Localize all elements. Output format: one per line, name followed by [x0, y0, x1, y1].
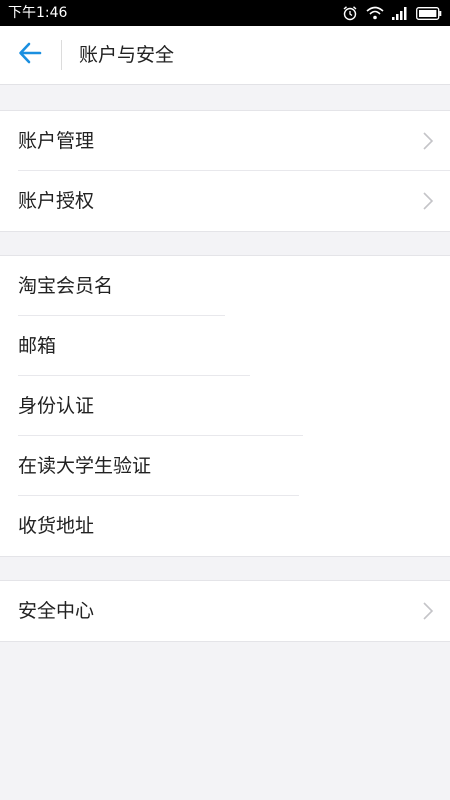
- page-title: 账户与安全: [79, 44, 175, 66]
- wifi-icon: [366, 6, 384, 20]
- account-management-row[interactable]: 账户管理: [0, 111, 450, 171]
- identity-verification-row[interactable]: 身份认证: [0, 376, 450, 436]
- nav-divider: [61, 40, 62, 70]
- signal-icon: [392, 6, 408, 20]
- status-bar: 下午1:46: [0, 0, 450, 26]
- row-label: 安全中心: [18, 600, 95, 622]
- nav-bar: 账户与安全: [0, 26, 450, 85]
- security-group: 安全中心: [0, 580, 450, 642]
- row-label: 邮箱: [18, 335, 57, 357]
- email-row[interactable]: 邮箱: [0, 316, 450, 376]
- taobao-member-name-row[interactable]: 淘宝会员名: [0, 256, 450, 316]
- status-time: 下午1:46: [8, 5, 68, 21]
- chevron-right-icon: [422, 191, 434, 211]
- alarm-icon: [342, 5, 358, 21]
- account-authorization-row[interactable]: 账户授权: [0, 171, 450, 231]
- battery-icon: [416, 6, 442, 20]
- row-label: 淘宝会员名: [18, 275, 114, 297]
- row-label: 在读大学生验证: [18, 455, 152, 477]
- arrow-left-icon: [18, 42, 42, 68]
- back-button[interactable]: [10, 35, 50, 75]
- row-label: 身份认证: [18, 395, 95, 417]
- chevron-right-icon: [422, 601, 434, 621]
- chevron-right-icon: [422, 131, 434, 151]
- security-center-row[interactable]: 安全中心: [0, 581, 450, 641]
- profile-group: 淘宝会员名 邮箱 身份认证 在读大学生验证 收货地址: [0, 255, 450, 557]
- row-label: 账户授权: [18, 190, 95, 212]
- account-group: 账户管理 账户授权: [0, 110, 450, 232]
- row-label: 收货地址: [18, 515, 95, 537]
- student-verification-row[interactable]: 在读大学生验证: [0, 436, 450, 496]
- shipping-address-row[interactable]: 收货地址: [0, 496, 450, 556]
- row-label: 账户管理: [18, 130, 95, 152]
- status-icons: [342, 0, 442, 26]
